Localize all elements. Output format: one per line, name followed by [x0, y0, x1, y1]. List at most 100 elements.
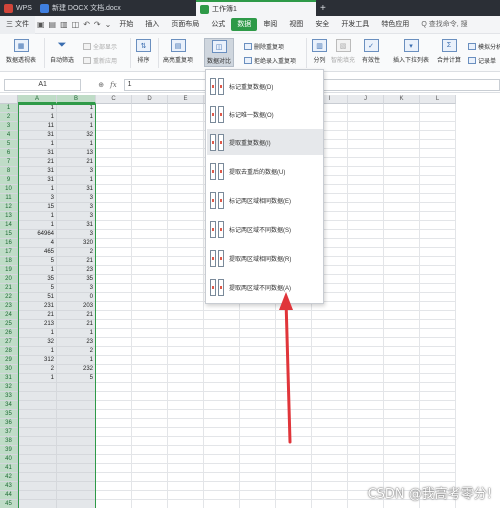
cell-c36[interactable]	[96, 419, 132, 428]
cell-f29[interactable]	[204, 356, 240, 365]
cell-a21[interactable]: 5	[18, 284, 57, 293]
cell-j10[interactable]	[348, 185, 384, 194]
cell-b34[interactable]	[57, 401, 96, 410]
cell-e11[interactable]	[168, 194, 204, 203]
cell-j3[interactable]	[348, 122, 384, 131]
menu-file[interactable]: 三 文件	[0, 15, 35, 34]
row-header[interactable]: 31	[0, 374, 18, 383]
cell-f35[interactable]	[204, 410, 240, 419]
workbook-tab[interactable]: 工作簿1	[195, 0, 316, 16]
cell-l2[interactable]	[420, 113, 456, 122]
cell-k30[interactable]	[384, 365, 420, 374]
cell-h41[interactable]	[276, 464, 312, 473]
cell-a24[interactable]: 21	[18, 311, 57, 320]
row-header[interactable]: 42	[0, 473, 18, 482]
cell-b16[interactable]: 320	[57, 239, 96, 248]
cell-l4[interactable]	[420, 131, 456, 140]
cell-e8[interactable]	[168, 167, 204, 176]
cell-k25[interactable]	[384, 320, 420, 329]
row-header[interactable]: 16	[0, 239, 18, 248]
cell-l18[interactable]	[420, 257, 456, 266]
cell-l20[interactable]	[420, 275, 456, 284]
mark-different-two-ranges[interactable]: 标记两区域不同数据(S)	[207, 216, 323, 242]
cell-l26[interactable]	[420, 329, 456, 338]
cell-d12[interactable]	[132, 203, 168, 212]
cell-a16[interactable]: 4	[18, 239, 57, 248]
cell-g40[interactable]	[240, 455, 276, 464]
cell-b40[interactable]	[57, 455, 96, 464]
cell-e27[interactable]	[168, 338, 204, 347]
cell-j31[interactable]	[348, 374, 384, 383]
cell-b20[interactable]: 35	[57, 275, 96, 284]
cell-d4[interactable]	[132, 131, 168, 140]
cell-e36[interactable]	[168, 419, 204, 428]
cell-f37[interactable]	[204, 428, 240, 437]
cell-a31[interactable]: 1	[18, 374, 57, 383]
mark-duplicate-data[interactable]: 标记重复数据(D)	[207, 73, 323, 99]
pivot-table-button[interactable]: ▦ 数据透视表	[6, 39, 36, 64]
cell-g44[interactable]	[240, 491, 276, 500]
cell-j20[interactable]	[348, 275, 384, 284]
cell-l42[interactable]	[420, 473, 456, 482]
cell-d37[interactable]	[132, 428, 168, 437]
cell-c20[interactable]	[96, 275, 132, 284]
row-header[interactable]: 23	[0, 302, 18, 311]
cell-i45[interactable]	[312, 500, 348, 508]
cell-f44[interactable]	[204, 491, 240, 500]
cell-d13[interactable]	[132, 212, 168, 221]
cell-j12[interactable]	[348, 203, 384, 212]
cell-f39[interactable]	[204, 446, 240, 455]
cell-c12[interactable]	[96, 203, 132, 212]
cell-e25[interactable]	[168, 320, 204, 329]
cell-e17[interactable]	[168, 248, 204, 257]
row-header[interactable]: 5	[0, 140, 18, 149]
cell-e4[interactable]	[168, 131, 204, 140]
cell-b24[interactable]: 21	[57, 311, 96, 320]
cell-f27[interactable]	[204, 338, 240, 347]
data-compare-button[interactable]: ◫ 数据对比	[204, 38, 235, 67]
cell-d15[interactable]	[132, 230, 168, 239]
function-icon[interactable]: fx	[110, 81, 117, 89]
cell-c18[interactable]	[96, 257, 132, 266]
cell-h29[interactable]	[276, 356, 312, 365]
cell-j32[interactable]	[348, 383, 384, 392]
cell-e41[interactable]	[168, 464, 204, 473]
cell-d27[interactable]	[132, 338, 168, 347]
row-header[interactable]: 20	[0, 275, 18, 284]
cell-e43[interactable]	[168, 482, 204, 491]
cell-e34[interactable]	[168, 401, 204, 410]
column-header-k[interactable]: K	[384, 95, 420, 104]
cell-l6[interactable]	[420, 149, 456, 158]
cell-a3[interactable]: 11	[18, 122, 57, 131]
cell-i38[interactable]	[312, 437, 348, 446]
cell-h35[interactable]	[276, 410, 312, 419]
cell-e28[interactable]	[168, 347, 204, 356]
row-header[interactable]: 2	[0, 113, 18, 122]
show-all-button[interactable]: 全部显示	[83, 42, 117, 51]
row-header[interactable]: 21	[0, 284, 18, 293]
cell-l7[interactable]	[420, 158, 456, 167]
cell-f32[interactable]	[204, 383, 240, 392]
menu-insert[interactable]: 插入	[139, 16, 165, 34]
cell-d31[interactable]	[132, 374, 168, 383]
cell-j5[interactable]	[348, 140, 384, 149]
cell-c9[interactable]	[96, 176, 132, 185]
cell-l25[interactable]	[420, 320, 456, 329]
cell-a19[interactable]: 1	[18, 266, 57, 275]
cell-l40[interactable]	[420, 455, 456, 464]
cell-k34[interactable]	[384, 401, 420, 410]
more-icon[interactable]: ⌄	[103, 20, 114, 29]
cell-d21[interactable]	[132, 284, 168, 293]
cell-a17[interactable]: 465	[18, 248, 57, 257]
cell-f33[interactable]	[204, 392, 240, 401]
cell-b1[interactable]: 1	[57, 104, 96, 113]
cell-e15[interactable]	[168, 230, 204, 239]
cell-f34[interactable]	[204, 401, 240, 410]
cell-i37[interactable]	[312, 428, 348, 437]
cell-b39[interactable]	[57, 446, 96, 455]
cell-e42[interactable]	[168, 473, 204, 482]
row-header[interactable]: 44	[0, 491, 18, 500]
cell-d2[interactable]	[132, 113, 168, 122]
cell-a1[interactable]: 1	[18, 104, 57, 113]
cell-i29[interactable]	[312, 356, 348, 365]
